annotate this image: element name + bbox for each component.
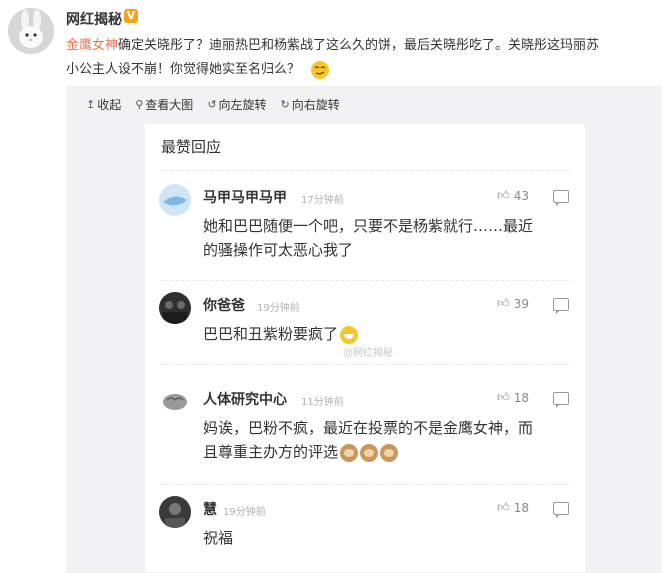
comment-time: 19分钟前 <box>257 303 300 314</box>
see-no-evil-monkey-icon <box>340 443 359 462</box>
thumbs-up-icon: 👍︎ <box>497 188 510 202</box>
view-large-button[interactable]: ⚲ 查看大图 <box>135 96 193 113</box>
comment-username: 慧 <box>203 502 217 518</box>
comment-text: 巴巴和丑紫粉要疯了 <box>203 322 569 346</box>
comment-item: 人体研究中心 11分钟前 👍︎ 18 妈诶，巴粉不疯，最近在投票的不是金鹰女神，… <box>159 386 569 476</box>
post-text-line1: 确定关晓彤了？迪丽热巴和杨紫战了这么久的饼，最后关晓彤吃了。关晓彤这玛丽苏 <box>118 38 600 53</box>
post-text-line2: 小公主人设不崩！你觉得她实至名归么？ <box>66 62 301 77</box>
comment-text: 她和巴巴随便一个吧，只要不是杨紫就行……最近 的骚操作可太恶心我了 <box>203 214 569 262</box>
collapse-button[interactable]: ↥ 收起 <box>86 96 121 113</box>
comment-text-line2: 且尊重主办方的评选 <box>203 443 339 461</box>
comment-item: 慧 19分钟前 👍︎ 18 祝福 <box>159 496 569 562</box>
like-button: 👍︎ 43 <box>497 188 529 203</box>
card-title: 最赞回应 <box>161 138 222 156</box>
thumbs-up-icon: 👍︎ <box>497 500 510 514</box>
divider <box>161 484 569 485</box>
watermark: @网红揭秘 <box>343 348 393 359</box>
reply-icon <box>553 190 569 206</box>
comment-username: 马甲马甲马甲 <box>203 190 287 206</box>
rotate-right-label: 向右旋转 <box>291 98 340 112</box>
comment-item: 你爸爸 19分钟前 👍︎ 39 巴巴和丑紫粉要疯了 @网红揭秘 <box>159 292 569 359</box>
like-count: 39 <box>513 296 529 311</box>
thumbs-up-icon: 👍︎ <box>497 296 510 310</box>
search-icon: ⚲ <box>135 98 144 111</box>
comment-avatar <box>159 496 191 528</box>
comment-screenshot-card: 最赞回应 马甲马甲马甲 17分钟前 👍︎ 43 她和巴巴随便一个吧，只要不是杨紫… <box>145 124 585 572</box>
collapse-label: 收起 <box>97 98 122 112</box>
topic-link[interactable]: 金鹰女神 <box>66 38 118 53</box>
divider <box>161 170 569 171</box>
comment-item: 马甲马甲马甲 17分钟前 👍︎ 43 她和巴巴随便一个吧，只要不是杨紫就行……最… <box>159 184 569 274</box>
like-count: 43 <box>513 188 529 203</box>
image-toolbar: ↥ 收起 ⚲ 查看大图 ↺ 向左旋转 ↻ 向右旋转 <box>86 96 340 113</box>
comment-time: 17分钟前 <box>301 195 344 206</box>
comment-text-line1: 她和巴巴随便一个吧，只要不是杨紫就行……最近 <box>203 217 534 235</box>
see-no-evil-monkey-icon <box>360 443 379 462</box>
view-large-label: 查看大图 <box>145 98 194 112</box>
smirk-face-icon <box>310 60 330 80</box>
grin-emoji-icon <box>340 325 359 344</box>
comment-text-line2: 的骚操作可太恶心我了 <box>203 241 354 259</box>
rotate-left-button[interactable]: ↺ 向左旋转 <box>207 96 266 113</box>
comment-avatar <box>159 184 191 216</box>
comment-text-line1: 祝福 <box>203 529 234 547</box>
thumbs-up-icon: 👍︎ <box>497 390 510 404</box>
image-viewer-panel: ↥ 收起 ⚲ 查看大图 ↺ 向左旋转 ↻ 向右旋转 最赞回应 马甲马甲马甲 17… <box>66 86 662 573</box>
like-count: 18 <box>513 390 529 405</box>
comment-avatar <box>159 292 191 324</box>
like-button: 👍︎ 18 <box>497 390 529 405</box>
divider <box>161 364 569 365</box>
comment-time: 19分钟前 <box>223 507 266 518</box>
verified-badge-icon: V <box>124 9 138 23</box>
author-avatar[interactable] <box>8 8 54 54</box>
rotate-right-icon: ↻ <box>280 98 290 111</box>
rotate-left-icon: ↺ <box>207 98 217 111</box>
comment-username: 你爸爸 <box>203 298 245 314</box>
comment-text-line1: 妈诶，巴粉不疯，最近在投票的不是金鹰女神，而 <box>203 419 534 437</box>
post-text: 金鹰女神确定关晓彤了？迪丽热巴和杨紫战了这么久的饼，最后关晓彤吃了。关晓彤这玛丽… <box>66 34 652 82</box>
reply-icon <box>553 502 569 518</box>
rotate-right-button[interactable]: ↻ 向右旋转 <box>281 96 340 113</box>
like-button: 👍︎ 18 <box>497 500 529 515</box>
reply-icon <box>553 298 569 314</box>
comment-text: 妈诶，巴粉不疯，最近在投票的不是金鹰女神，而 且尊重主办方的评选 <box>203 416 569 464</box>
like-button: 👍︎ 39 <box>497 296 529 311</box>
divider <box>161 280 569 281</box>
collapse-icon: ↥ <box>86 98 96 111</box>
comment-username: 人体研究中心 <box>203 392 287 408</box>
author-name[interactable]: 网红揭秘 <box>66 9 122 29</box>
comment-text-line1: 巴巴和丑紫粉要疯了 <box>203 325 339 343</box>
comment-time: 11分钟前 <box>301 397 344 408</box>
comment-text: 祝福 <box>203 526 569 550</box>
reply-icon <box>553 392 569 408</box>
rotate-left-label: 向左旋转 <box>218 98 267 112</box>
see-no-evil-monkey-icon <box>380 443 399 462</box>
like-count: 18 <box>513 500 529 515</box>
comment-avatar <box>159 386 191 418</box>
